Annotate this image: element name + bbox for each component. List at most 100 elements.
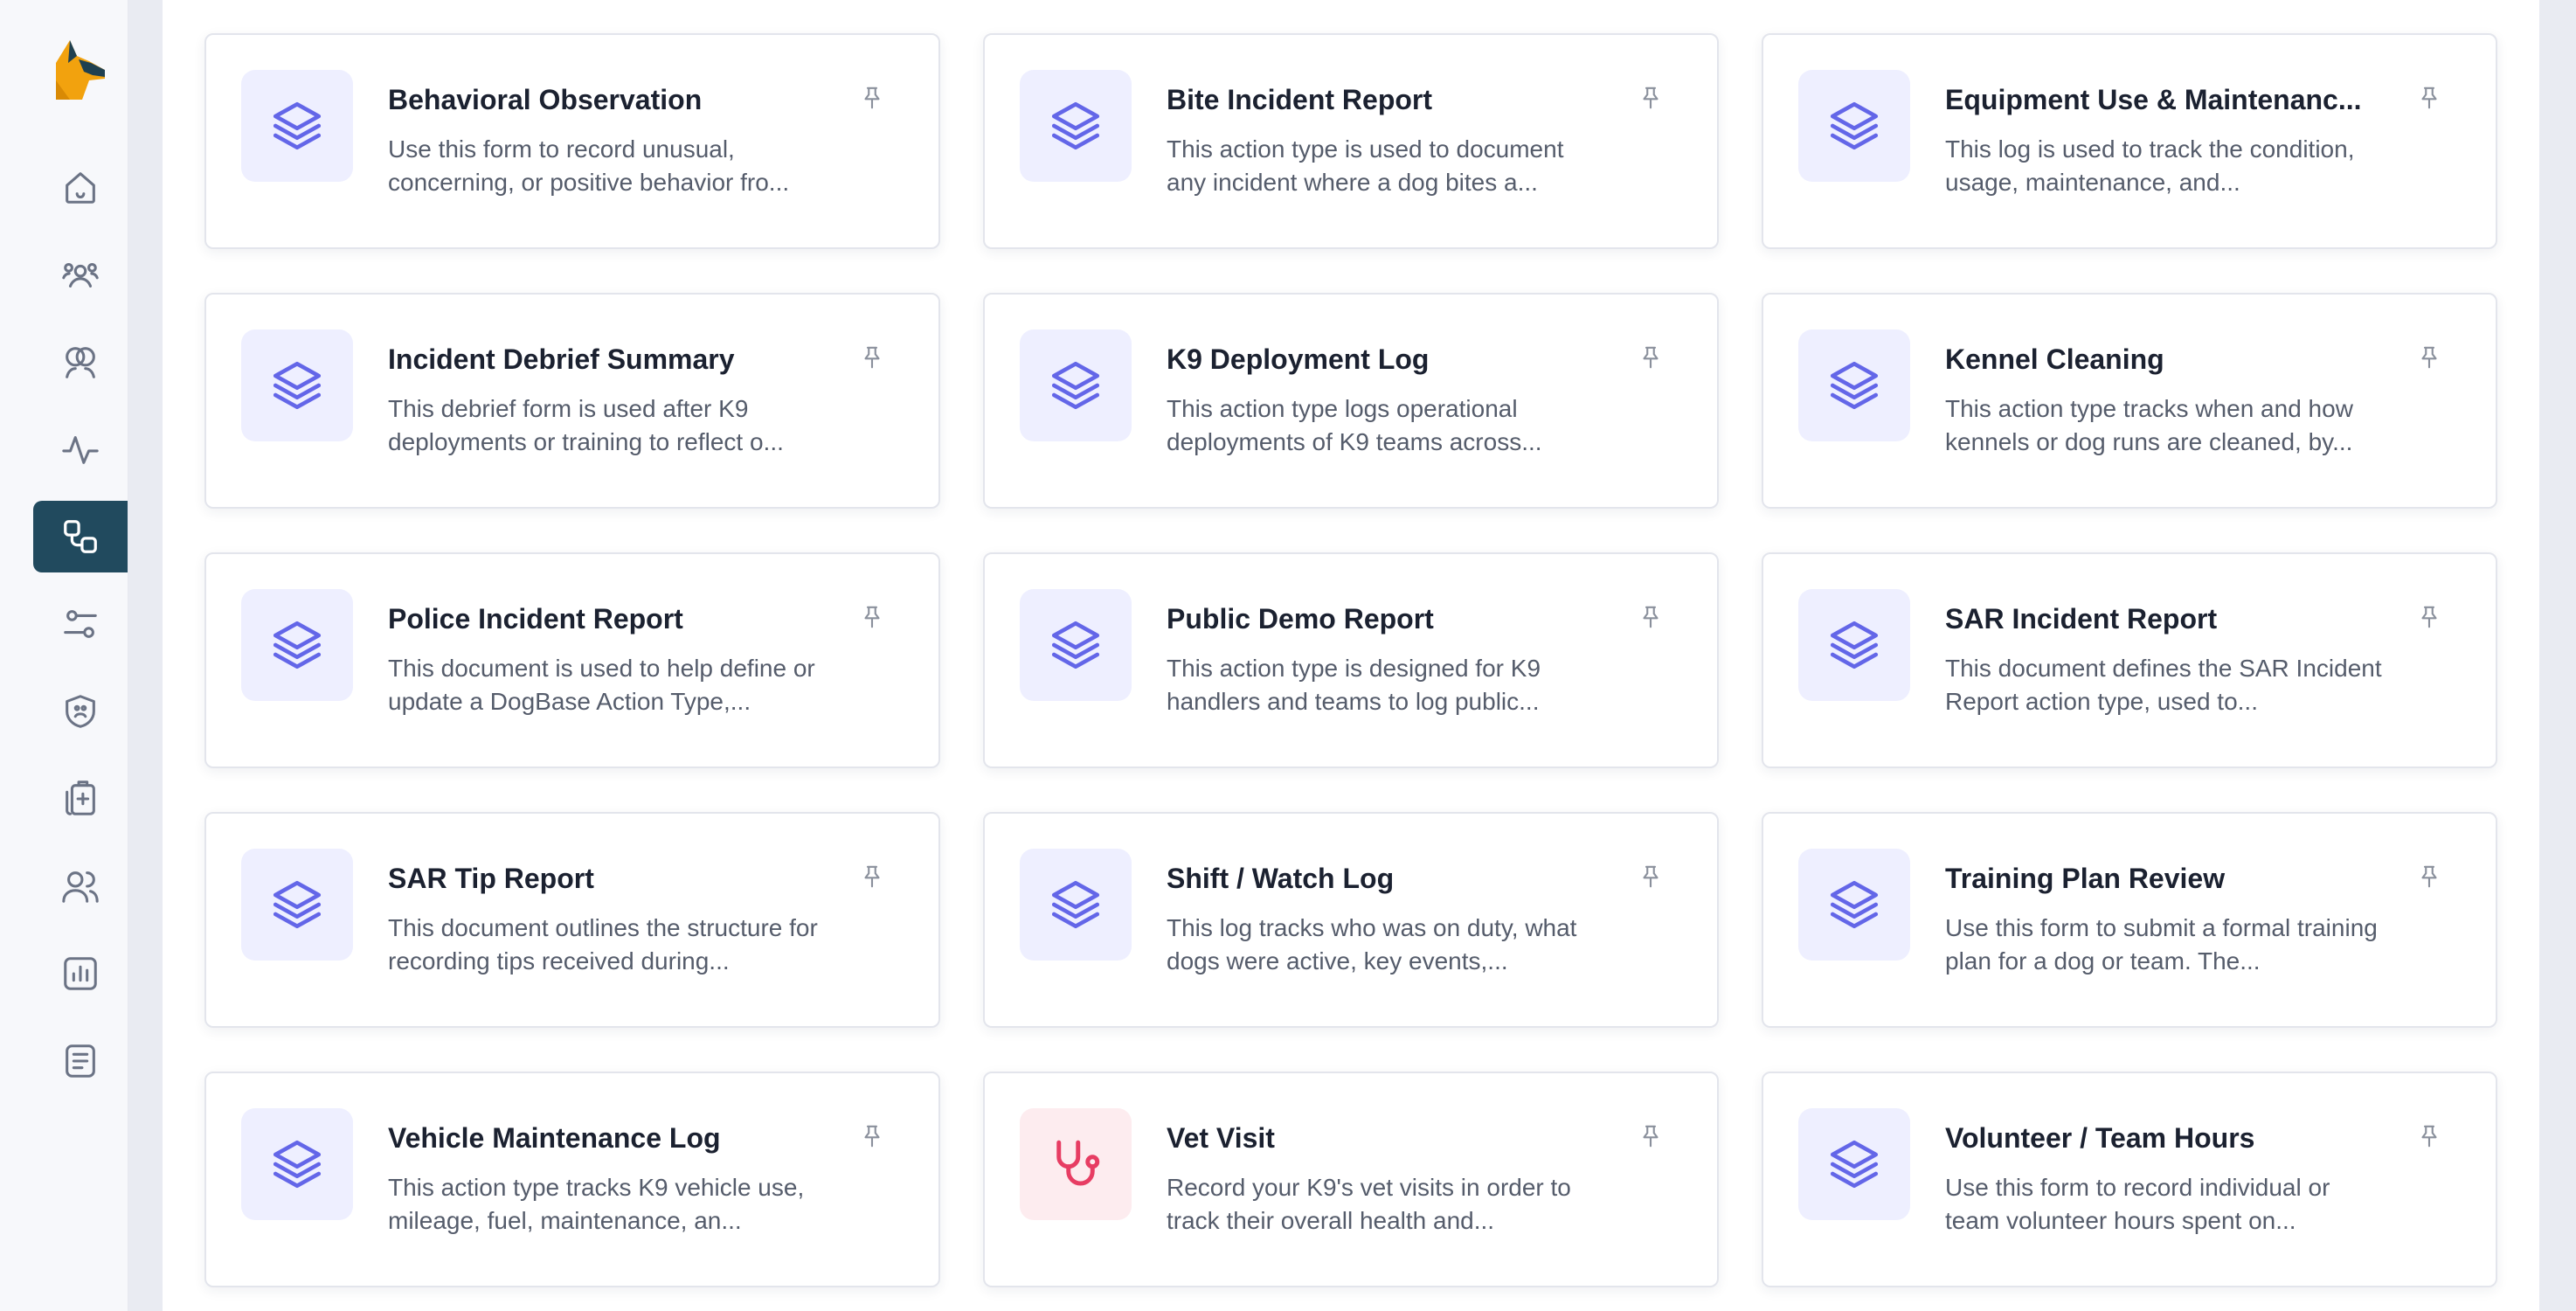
layers-icon: [1051, 880, 1100, 929]
action-type-card[interactable]: Incident Debrief Summary This debrief fo…: [204, 293, 940, 509]
action-types-icon: [64, 520, 97, 553]
action-type-card[interactable]: Equipment Use & Maintenanc... This log i…: [1762, 33, 2497, 249]
card-description: This action type is used to document any…: [1167, 135, 1564, 196]
stethoscope-icon: [1056, 1140, 1100, 1186]
action-type-card[interactable]: Behavioral Observation Use this form to …: [204, 33, 940, 249]
card-title: Vet Visit: [1167, 1122, 1275, 1154]
layers-icon: [1830, 101, 1879, 150]
pin-button[interactable]: [1637, 343, 1665, 371]
nav-settings[interactable]: [33, 588, 128, 660]
action-type-card[interactable]: Police Incident Report This document is …: [204, 552, 940, 768]
pin-icon: [2421, 346, 2437, 369]
pin-button[interactable]: [1637, 1122, 1665, 1150]
card-icon-box: [1798, 589, 1910, 701]
action-type-card[interactable]: Vehicle Maintenance Log This action type…: [204, 1072, 940, 1287]
card-icon-box: [1020, 1108, 1132, 1220]
layers-icon: [273, 101, 322, 150]
shield-paw-icon: [66, 695, 95, 728]
card-title: Bite Incident Report: [1167, 84, 1433, 115]
nav-groups[interactable]: [33, 239, 128, 310]
nav-medical[interactable]: [33, 763, 128, 835]
nav-documents[interactable]: [33, 1025, 128, 1097]
card-icon-box: [241, 329, 353, 441]
card-icon-box: [1798, 1108, 1910, 1220]
card-icon-box: [241, 70, 353, 182]
nav-security[interactable]: [33, 676, 128, 747]
pin-button[interactable]: [858, 84, 886, 112]
action-type-card[interactable]: Kennel Cleaning This action type tracks …: [1762, 293, 2497, 509]
pin-button[interactable]: [2415, 1122, 2443, 1150]
pin-button[interactable]: [1637, 603, 1665, 631]
pin-button[interactable]: [1637, 863, 1665, 891]
card-title: Behavioral Observation: [388, 84, 703, 115]
nav-home[interactable]: [33, 151, 128, 223]
nav-action-types[interactable]: [33, 501, 128, 572]
card-icon-box: [1798, 849, 1910, 961]
sidebar: [0, 0, 128, 1311]
action-type-card[interactable]: Volunteer / Team Hours Use this form to …: [1762, 1072, 2497, 1287]
layers-icon: [1051, 101, 1100, 150]
pin-icon: [2421, 87, 2437, 109]
dogbase-logo[interactable]: [44, 33, 115, 105]
card-title: Shift / Watch Log: [1167, 863, 1395, 894]
card-title: Training Plan Review: [1945, 863, 2226, 894]
action-type-card[interactable]: Training Plan Review Use this form to su…: [1762, 812, 2497, 1028]
action-type-card[interactable]: K9 Deployment Log This action type logs …: [983, 293, 1719, 509]
action-type-card[interactable]: Bite Incident Report This action type is…: [983, 33, 1719, 249]
pin-button[interactable]: [858, 1122, 886, 1150]
card-description: This action type logs operational deploy…: [1167, 395, 1542, 455]
card-description: Use this form to record unusual, concern…: [388, 135, 790, 196]
card-description: This document is used to help define or …: [388, 655, 815, 715]
pin-button[interactable]: [2415, 84, 2443, 112]
nav-reports[interactable]: [33, 938, 128, 1009]
pin-button[interactable]: [858, 863, 886, 891]
card-description: This document defines the SAR Incident R…: [1945, 655, 2382, 715]
pin-button[interactable]: [2415, 863, 2443, 891]
pin-icon: [864, 606, 880, 628]
card-title: SAR Incident Report: [1945, 603, 2218, 635]
layers-icon: [273, 361, 322, 410]
pin-icon: [2421, 1125, 2437, 1148]
sliders-icon: [64, 610, 97, 638]
layers-icon: [273, 880, 322, 929]
layers-icon: [1830, 621, 1879, 669]
nav-activity[interactable]: [33, 413, 128, 485]
card-title: Vehicle Maintenance Log: [388, 1122, 721, 1154]
card-icon-box: [1020, 589, 1132, 701]
home-icon: [66, 172, 95, 204]
card-description: This debrief form is used after K9 deplo…: [388, 395, 784, 455]
card-icon-box: [241, 849, 353, 961]
layers-icon: [1051, 621, 1100, 669]
card-title: Public Demo Report: [1167, 603, 1434, 635]
pin-button[interactable]: [858, 343, 886, 371]
action-type-card[interactable]: SAR Incident Report This document define…: [1762, 552, 2497, 768]
action-type-card[interactable]: SAR Tip Report This document outlines th…: [204, 812, 940, 1028]
medical-clipboard-icon: [66, 780, 95, 815]
pin-button[interactable]: [2415, 343, 2443, 371]
action-type-card[interactable]: Shift / Watch Log This log tracks who wa…: [983, 812, 1719, 1028]
card-title: K9 Deployment Log: [1167, 343, 1430, 375]
card-icon-box: [241, 589, 353, 701]
card-description: Use this form to record individual or te…: [1945, 1174, 2330, 1234]
action-type-card[interactable]: Public Demo Report This action type is d…: [983, 552, 1719, 768]
pin-icon: [1643, 606, 1658, 628]
card-description: Use this form to submit a formal trainin…: [1945, 914, 2378, 975]
card-title: Volunteer / Team Hours: [1945, 1122, 2255, 1154]
document-icon: [66, 1044, 95, 1078]
card-title: SAR Tip Report: [388, 863, 594, 894]
pin-button[interactable]: [858, 603, 886, 631]
pin-icon: [1643, 1125, 1658, 1148]
card-description: This action type tracks when and how ken…: [1945, 395, 2353, 455]
action-type-card[interactable]: Vet Visit Record your K9's vet visits in…: [983, 1072, 1719, 1287]
nav-teams[interactable]: [33, 326, 128, 398]
card-icon-box: [1020, 849, 1132, 961]
pin-icon: [2421, 865, 2437, 888]
pin-icon: [864, 865, 880, 888]
layers-icon: [273, 621, 322, 669]
nav-people[interactable]: [33, 850, 128, 922]
pin-button[interactable]: [1637, 84, 1665, 112]
pin-icon: [1643, 346, 1658, 369]
pin-button[interactable]: [2415, 603, 2443, 631]
layers-icon: [1830, 361, 1879, 410]
users-group-icon: [62, 262, 99, 288]
